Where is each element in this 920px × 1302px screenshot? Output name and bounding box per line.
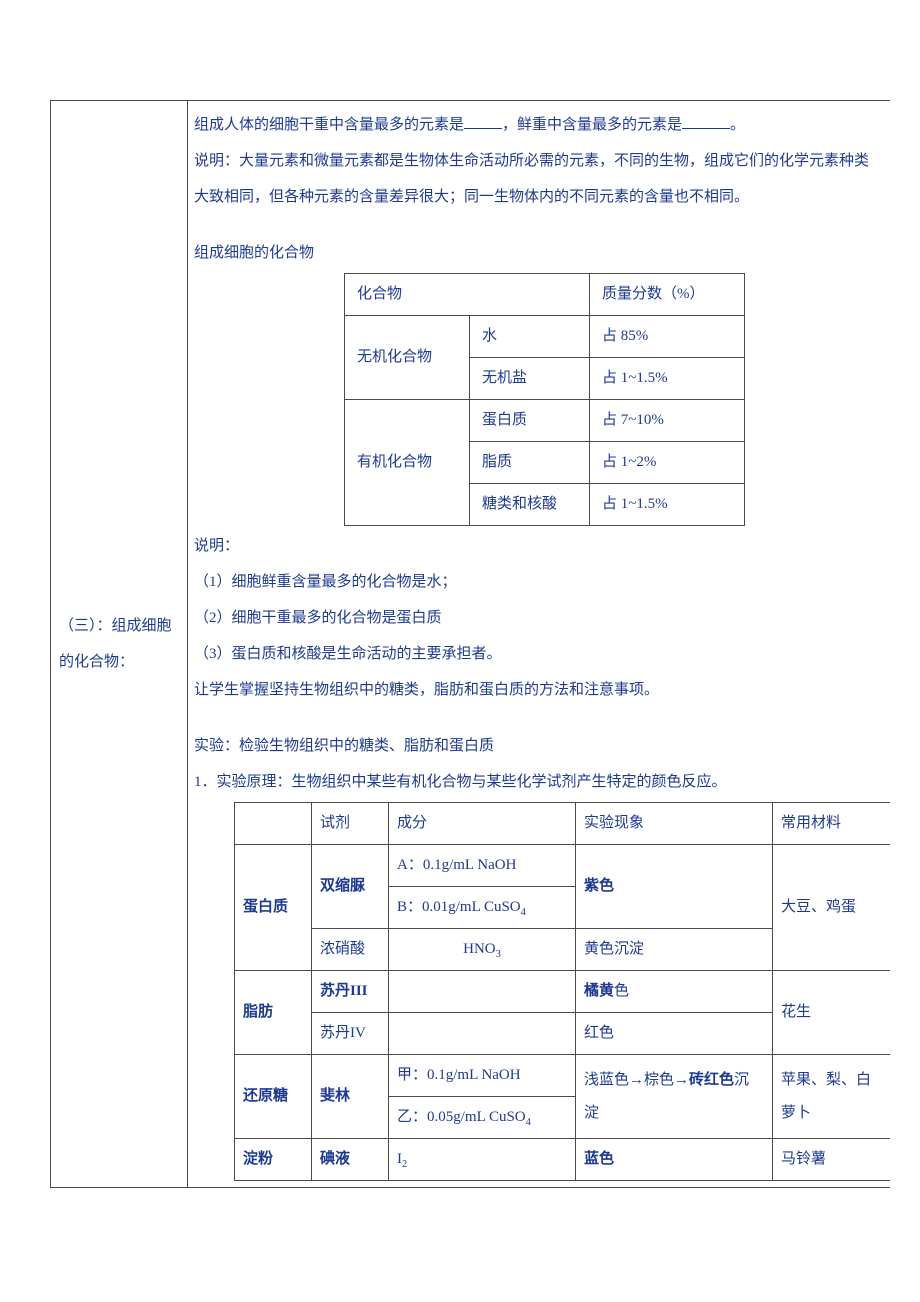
cell-result: 红色 <box>576 1013 773 1055</box>
text: ，鲜重中含量最多的元素是 <box>502 117 682 133</box>
exp-title: 实验：检验生物组织中的糖类、脂肪和蛋白质 <box>194 728 890 764</box>
cell-reagent: 苏丹IV <box>312 1013 389 1055</box>
cell-reagent: 斐林 <box>312 1055 389 1139</box>
table-row: 有机化合物 蛋白质 占 7~10% <box>345 400 745 442</box>
left-column: （三）：组成细胞的化合物： <box>51 101 188 1187</box>
table-row: 化合物 质量分数（%） <box>345 274 745 316</box>
blank-2 <box>682 115 730 130</box>
cell-substance: 蛋白质 <box>235 845 312 971</box>
cell: 甲：0.1g/mL NaOH <box>389 1055 576 1097</box>
cell-result: 黄色沉淀 <box>576 929 773 971</box>
table-row: 淀粉 碘液 I2 蓝色 马铃薯 <box>235 1139 891 1181</box>
cell-reagent: 双缩脲 <box>312 845 389 929</box>
cell-material: 花生 <box>773 971 891 1055</box>
cell: 水 <box>470 316 590 358</box>
table-row: 无机化合物 水 占 85% <box>345 316 745 358</box>
text: 组成人体的细胞干重中含量最多的元素是 <box>194 117 464 133</box>
cell <box>389 1013 576 1055</box>
cell-result: 紫色 <box>576 845 773 929</box>
outer-frame: （三）：组成细胞的化合物： 组成人体的细胞干重中含量最多的元素是 ，鲜重中含量最多… <box>50 100 890 1188</box>
cell: 占 1~2% <box>590 442 745 484</box>
cell: 占 1~1.5% <box>590 358 745 400</box>
cell-result: 橘黄色 <box>576 971 773 1013</box>
cell-reagent: 苏丹III <box>312 971 389 1013</box>
th <box>235 803 312 845</box>
cell-reagent: 碘液 <box>312 1139 389 1181</box>
section2-title: 组成细胞的化合物 <box>194 235 890 271</box>
table-row: 蛋白质 双缩脲 A：0.1g/mL NaOH 紫色 大豆、鸡蛋 <box>235 845 891 887</box>
cell: 占 1~1.5% <box>590 484 745 526</box>
exp-principle: 1．实验原理：生物组织中某些有机化合物与某些化学试剂产生特定的颜色反应。 <box>194 764 890 800</box>
intro-line-2: 说明：大量元素和微量元素都是生物体生命活动所必需的元素，不同的生物，组成它们的化… <box>194 143 890 215</box>
cell: 占 7~10% <box>590 400 745 442</box>
table-row: 脂肪 苏丹III 橘黄色 花生 <box>235 971 891 1013</box>
th: 试剂 <box>312 803 389 845</box>
notes-title: 说明： <box>194 528 890 564</box>
cell: HNO3 <box>389 929 576 971</box>
note-2: （2）细胞干重最多的化合物是蛋白质 <box>194 600 890 636</box>
th-compound: 化合物 <box>345 274 590 316</box>
note-4: 让学生掌握坚持生物组织中的糖类，脂肪和蛋白质的方法和注意事项。 <box>194 672 890 708</box>
th: 常用材料 <box>773 803 891 845</box>
compound-table: 化合物 质量分数（%） 无机化合物 水 占 85% 无机盐 占 1~1.5% 有… <box>344 273 745 526</box>
note-1: （1）细胞鲜重含量最多的化合物是水； <box>194 564 890 600</box>
cell: I2 <box>389 1139 576 1181</box>
cell-reagent: 浓硝酸 <box>312 929 389 971</box>
cell-result: 浅蓝色→棕色→砖红色沉淀 <box>576 1055 773 1139</box>
cell-material: 苹果、梨、白萝卜 <box>773 1055 891 1139</box>
cat-organic: 有机化合物 <box>345 400 470 526</box>
right-column: 组成人体的细胞干重中含量最多的元素是 ，鲜重中含量最多的元素是 。 说明：大量元素和… <box>188 101 890 1187</box>
table-row: 还原糖 斐林 甲：0.1g/mL NaOH 浅蓝色→棕色→砖红色沉淀 苹果、梨、… <box>235 1055 891 1097</box>
cell: 乙：0.05g/mL CuSO4 <box>389 1097 576 1139</box>
cell-substance: 脂肪 <box>235 971 312 1055</box>
intro-line-1: 组成人体的细胞干重中含量最多的元素是 ，鲜重中含量最多的元素是 。 <box>194 107 890 143</box>
cell-material: 马铃薯 <box>773 1139 891 1181</box>
cell-substance: 还原糖 <box>235 1055 312 1139</box>
page: （三）：组成细胞的化合物： 组成人体的细胞干重中含量最多的元素是 ，鲜重中含量最多… <box>0 0 920 1302</box>
cat-inorganic: 无机化合物 <box>345 316 470 400</box>
th: 成分 <box>389 803 576 845</box>
text: 。 <box>730 117 745 133</box>
cell-material: 大豆、鸡蛋 <box>773 845 891 971</box>
cell: 无机盐 <box>470 358 590 400</box>
cell: 脂质 <box>470 442 590 484</box>
blank-1 <box>464 115 502 130</box>
section-label: （三）：组成细胞的化合物： <box>59 608 179 680</box>
cell-substance: 淀粉 <box>235 1139 312 1181</box>
cell: A：0.1g/mL NaOH <box>389 845 576 887</box>
table-row: 试剂 成分 实验现象 常用材料 <box>235 803 891 845</box>
note-3: （3）蛋白质和核酸是生命活动的主要承担者。 <box>194 636 890 672</box>
cell-result: 蓝色 <box>576 1139 773 1181</box>
cell: 糖类和核酸 <box>470 484 590 526</box>
cell: 蛋白质 <box>470 400 590 442</box>
cell <box>389 971 576 1013</box>
th-mass: 质量分数（%） <box>590 274 745 316</box>
th: 实验现象 <box>576 803 773 845</box>
cell: 占 85% <box>590 316 745 358</box>
cell: B：0.01g/mL CuSO4 <box>389 887 576 929</box>
reagent-table: 试剂 成分 实验现象 常用材料 蛋白质 双缩脲 A：0.1g/mL NaOH 紫… <box>234 802 890 1181</box>
